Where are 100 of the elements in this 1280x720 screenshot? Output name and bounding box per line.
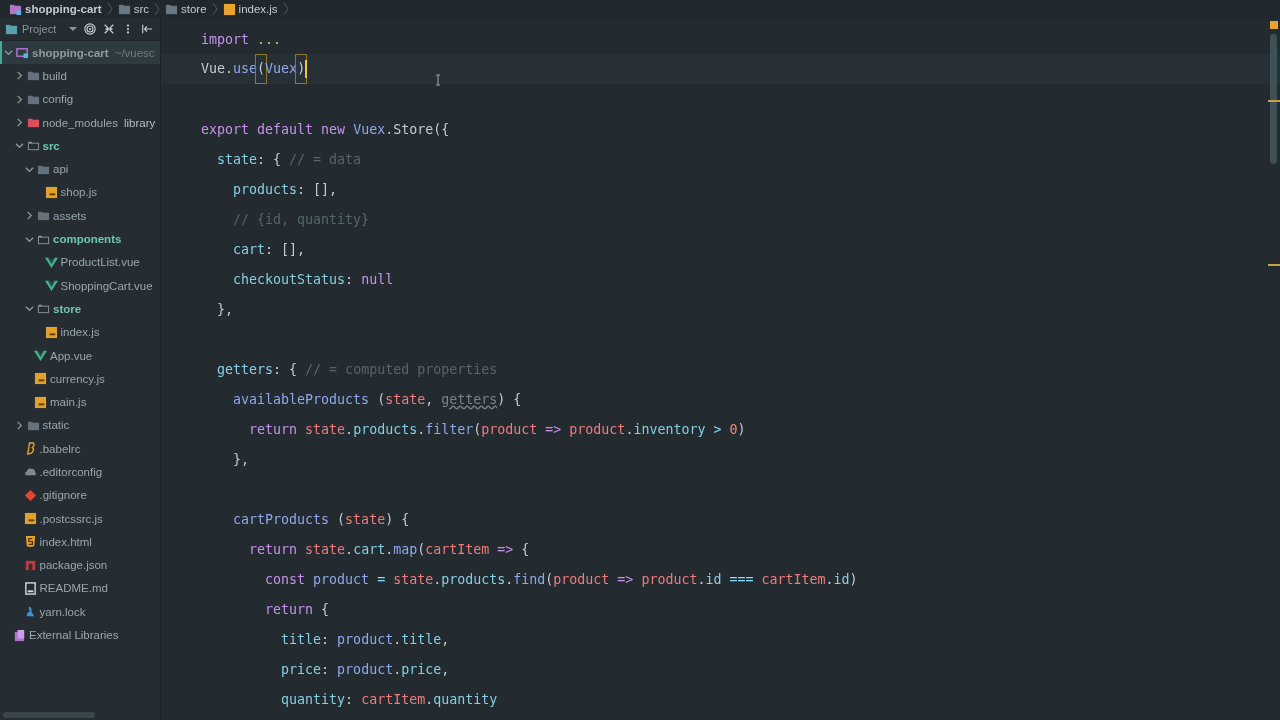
- collapse-icon[interactable]: [103, 23, 115, 35]
- file-name: External Libraries: [29, 629, 119, 642]
- code-line: const product = state.products.find(product => product.id === cartItem.id): [264, 571, 858, 587]
- chevron-down-icon[interactable]: [25, 234, 34, 244]
- js-file-icon: [34, 372, 47, 386]
- chevron-right-icon[interactable]: [14, 118, 24, 128]
- chevron-icon: [106, 2, 113, 16]
- code-line: return {: [264, 601, 330, 617]
- file-name: yarn.lock: [39, 605, 86, 618]
- file-name: .gitignore: [39, 489, 87, 502]
- code-line: },: [232, 451, 250, 467]
- html-file-icon: [23, 535, 37, 549]
- tree-item[interactable]: assets: [0, 204, 160, 228]
- code-line: products: [],: [232, 181, 338, 197]
- chevron-right-icon[interactable]: [25, 211, 34, 221]
- path-note: library: [123, 116, 156, 129]
- tree-item[interactable]: .babelrc: [0, 437, 160, 461]
- dropdown-arrow-icon: [69, 26, 77, 32]
- scrollbar-thumb[interactable]: [3, 712, 95, 718]
- file-name: main.js: [50, 396, 87, 409]
- tree-item[interactable]: ShoppingCart.vue: [0, 273, 160, 298]
- tree-item[interactable]: .gitignore: [0, 483, 160, 507]
- tree-item[interactable]: shop.js: [0, 180, 160, 205]
- code-line: cart: [],: [232, 241, 306, 257]
- code-line: title: product.title,: [280, 631, 450, 647]
- tree-item[interactable]: static: [0, 413, 160, 438]
- breadcrumb-item[interactable]: store: [162, 2, 210, 16]
- project-view-dropdown[interactable]: Project: [5, 22, 77, 36]
- chevron-down-icon[interactable]: [25, 304, 34, 314]
- tree-item[interactable]: index.js: [0, 320, 160, 344]
- tree-item[interactable]: yarn.lock: [0, 600, 160, 624]
- code-line: quantity: cartItem.quantity: [280, 691, 498, 707]
- chevron-right-icon[interactable]: [14, 94, 24, 104]
- file-name: package.json: [39, 559, 108, 572]
- tree-item[interactable]: build: [0, 64, 160, 88]
- tree-item[interactable]: api: [0, 157, 160, 181]
- vue-file-icon: [44, 255, 58, 269]
- tree-item[interactable]: currency.js: [0, 367, 160, 391]
- code-line: return state.products.filter(product => product.inventory > 0): [248, 421, 746, 437]
- tree-item[interactable]: .editorconfig: [0, 460, 160, 484]
- js-file-icon: [44, 185, 58, 199]
- folder-icon: [37, 302, 50, 316]
- tree-item[interactable]: store: [0, 297, 160, 321]
- chevron-icon: [211, 2, 218, 16]
- file-name: assets: [53, 209, 87, 222]
- folder-icon: [5, 22, 18, 36]
- chevron-down-icon[interactable]: [25, 164, 34, 174]
- breadcrumb-item[interactable]: index.js: [219, 2, 281, 16]
- target-icon[interactable]: [84, 23, 96, 35]
- code-line: },: [216, 301, 234, 317]
- file-name: index.html: [39, 535, 92, 548]
- file-name: ProductList.vue: [60, 256, 140, 269]
- tree-item[interactable]: README.md: [0, 576, 160, 601]
- tree-item[interactable]: main.js: [0, 390, 160, 414]
- folder-icon: [37, 209, 50, 223]
- folder-icon: [26, 69, 40, 83]
- hide-icon[interactable]: [141, 23, 153, 35]
- code-line: getters: { // = computed properties: [216, 361, 498, 377]
- document-icon: [23, 581, 37, 595]
- file-name: ShoppingCart.vue: [60, 279, 153, 292]
- tree-item[interactable]: .postcssrc.js: [0, 506, 160, 531]
- chevron-down-icon[interactable]: [14, 141, 24, 151]
- code-line: availableProducts (state, getters) {: [232, 391, 522, 407]
- code-line: checkoutStatus: null: [232, 271, 394, 287]
- folder-icon: [26, 139, 40, 153]
- chevron-right-icon[interactable]: [14, 71, 24, 81]
- path-note: ~/vuesc: [114, 46, 155, 59]
- tree-item[interactable]: package.json: [0, 553, 160, 577]
- file-name: node_modules: [42, 116, 118, 129]
- tree-item[interactable]: External Libraries: [0, 623, 160, 647]
- project-icon: [16, 46, 29, 60]
- tree-item[interactable]: shopping-cart ~/vuesc: [0, 41, 160, 65]
- chevron-down-icon[interactable]: [4, 48, 13, 58]
- chevron-right-icon[interactable]: [14, 420, 24, 430]
- library-icon: [13, 628, 26, 642]
- tree-item[interactable]: src: [0, 134, 160, 158]
- code-line: state: { // = data: [216, 151, 362, 167]
- file-name: .postcssrc.js: [39, 512, 103, 525]
- tree-item[interactable]: node_modules library: [0, 110, 160, 135]
- file-name: .babelrc: [39, 442, 81, 455]
- vue-file-icon: [34, 349, 47, 362]
- scrollbar-thumb[interactable]: [1270, 34, 1277, 164]
- file-name: store: [53, 302, 82, 315]
- file-name: shop.js: [60, 186, 97, 199]
- file-name: shopping-cart: [32, 46, 109, 59]
- tree-item[interactable]: components: [0, 227, 160, 251]
- tree-item[interactable]: ProductList.vue: [0, 250, 160, 274]
- tree-item[interactable]: App.vue: [0, 343, 160, 368]
- tree-item[interactable]: index.html: [0, 530, 160, 554]
- file-name: currency.js: [50, 372, 105, 385]
- file-name: build: [42, 69, 67, 82]
- error-stripe-mark: [1268, 264, 1280, 266]
- js-file-icon: [44, 325, 58, 339]
- file-name: index.js: [60, 326, 100, 339]
- breadcrumb-item[interactable]: src: [114, 2, 152, 16]
- tree-item[interactable]: config: [0, 87, 160, 111]
- js-file-icon: [34, 395, 47, 409]
- folder-icon: [165, 2, 178, 16]
- file-name: .editorconfig: [39, 466, 103, 478]
- breadcrumb-item[interactable]: shopping-cart: [6, 2, 105, 16]
